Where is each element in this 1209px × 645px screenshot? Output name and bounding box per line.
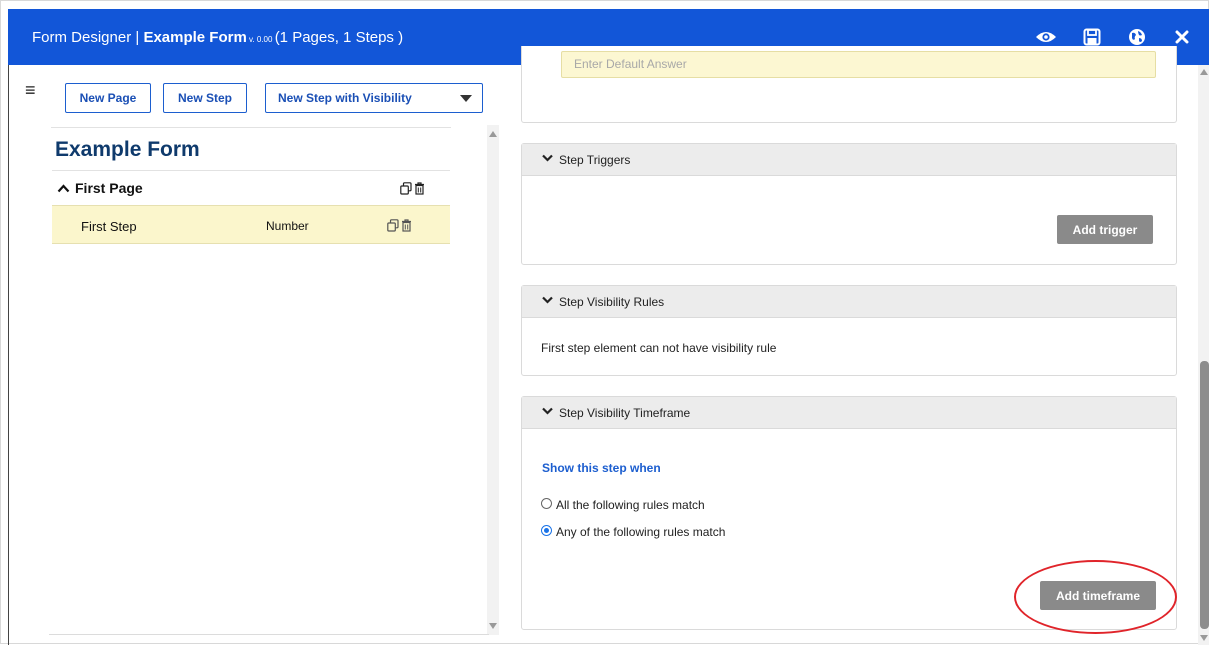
step-visibility-rules-header[interactable]: Step Visibility Rules xyxy=(522,286,1176,318)
chevron-up-icon[interactable] xyxy=(57,181,70,196)
show-step-when-label: Show this step when xyxy=(542,461,661,475)
menu-icon[interactable]: ≡ xyxy=(25,81,36,99)
window-title: Form Designer | Example Form v. 0.00 (1 … xyxy=(32,29,403,46)
new-step-button[interactable]: New Step xyxy=(163,83,247,113)
new-page-button[interactable]: New Page xyxy=(65,83,151,113)
any-rules-radio[interactable] xyxy=(541,525,552,536)
chevron-down-icon xyxy=(542,407,553,418)
step-row[interactable]: First Step Number xyxy=(52,205,450,244)
chevron-down-icon xyxy=(542,154,553,165)
default-answer-input[interactable]: Enter Default Answer xyxy=(561,51,1156,78)
scroll-down-icon[interactable] xyxy=(1200,635,1208,641)
divider xyxy=(49,634,489,635)
copy-icon[interactable] xyxy=(400,182,412,195)
all-rules-radio[interactable] xyxy=(541,498,552,509)
visibility-rule-message: First step element can not have visibili… xyxy=(541,341,777,355)
form-name: Example Form xyxy=(143,29,247,46)
trash-icon[interactable] xyxy=(414,182,425,195)
any-rules-label[interactable]: Any of the following rules match xyxy=(556,525,725,539)
form-version: v. 0.00 xyxy=(246,35,275,44)
scrollbar-thumb[interactable] xyxy=(1200,361,1209,629)
copy-icon[interactable] xyxy=(387,219,399,232)
window-left-border xyxy=(8,65,9,645)
left-scrollbar[interactable] xyxy=(487,125,499,635)
page-name: First Page xyxy=(75,180,143,196)
trash-icon[interactable] xyxy=(401,219,412,232)
caret-down-icon xyxy=(460,94,472,102)
divider xyxy=(51,127,451,128)
step-visibility-rules-title: Step Visibility Rules xyxy=(559,294,665,309)
form-summary: (1 Pages, 1 Steps ) xyxy=(274,29,404,46)
form-title: Example Form xyxy=(55,138,200,161)
scroll-up-icon[interactable] xyxy=(489,131,497,137)
page-row[interactable]: First Page xyxy=(52,170,450,205)
step-visibility-rules-panel: Step Visibility Rules xyxy=(521,285,1177,376)
scroll-down-icon[interactable] xyxy=(489,623,497,629)
step-name: First Step xyxy=(81,219,137,234)
all-rules-label[interactable]: All the following rules match xyxy=(556,498,705,512)
highlight-annotation xyxy=(1014,560,1177,634)
step-triggers-panel: Step Triggers xyxy=(521,143,1177,265)
step-triggers-header[interactable]: Step Triggers xyxy=(522,144,1176,176)
step-type: Number xyxy=(266,219,309,233)
dropdown-label: New Step with Visibility xyxy=(278,91,412,105)
step-visibility-timeframe-header[interactable]: Step Visibility Timeframe xyxy=(522,397,1176,429)
app-window: Form Designer | Example Form v. 0.00 (1 … xyxy=(0,0,1209,645)
add-trigger-button[interactable]: Add trigger xyxy=(1057,215,1153,244)
scroll-up-icon[interactable] xyxy=(1200,69,1208,75)
new-step-with-visibility-dropdown[interactable]: New Step with Visibility xyxy=(265,83,483,113)
chevron-down-icon xyxy=(542,296,553,307)
step-visibility-timeframe-title: Step Visibility Timeframe xyxy=(559,405,691,420)
step-triggers-title: Step Triggers xyxy=(559,152,631,167)
title-prefix: Form Designer | xyxy=(32,29,144,46)
